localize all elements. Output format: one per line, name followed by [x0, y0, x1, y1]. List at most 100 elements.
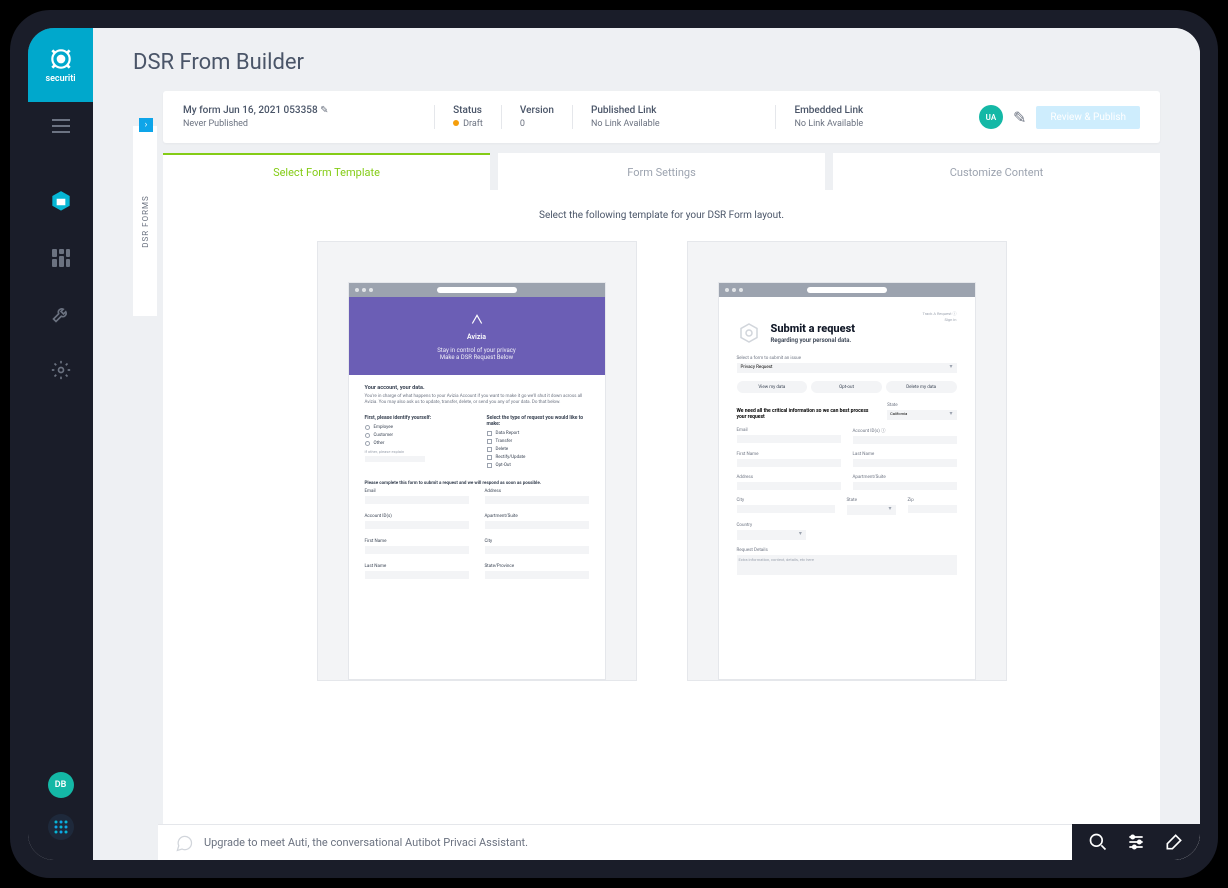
btn-optout: Opt-out	[811, 381, 882, 393]
t2-country: Country	[737, 523, 806, 528]
info-bar: My form Jun 16, 2021 053358 ✎ Never Publ…	[163, 91, 1160, 143]
template-card-1[interactable]: Avizia Stay in control of your privacy M…	[317, 241, 637, 681]
template2-state-label: State	[887, 403, 956, 408]
t2-addr: Address	[737, 475, 841, 480]
template2-select: Privacy Request	[737, 363, 957, 373]
template1-body: Your account, your data. You're in charg…	[349, 375, 605, 599]
other-explain-label: If other, please explain	[365, 449, 467, 454]
nav-icons	[46, 187, 76, 385]
tab-form-settings[interactable]: Form Settings	[498, 153, 825, 190]
brand-logo[interactable]: securiti	[28, 28, 93, 102]
content-hint: Select the following template for your D…	[203, 210, 1120, 221]
tabs: Select Form Template Form Settings Custo…	[163, 153, 1160, 190]
side-rail-label: DSR FORMS	[141, 195, 150, 248]
build-icon[interactable]	[1164, 832, 1184, 852]
field-firstname: First Name	[365, 539, 469, 544]
bottom-bar: Upgrade to meet Auti, the conversational…	[158, 824, 1200, 860]
status-dot-icon	[453, 120, 459, 126]
nav-gear-icon[interactable]	[46, 355, 76, 385]
radio-other: Other	[374, 441, 385, 446]
info-embedded-link: Embedded Link No Link Available	[775, 105, 979, 129]
form-state-text: Never Published	[183, 119, 416, 129]
browser-mock-2: Track A Request ⓘSign in Submit a reques…	[718, 282, 976, 680]
t2-city: City	[737, 498, 835, 503]
shield-icon	[48, 46, 74, 72]
side-rail-expand-icon[interactable]: ›	[139, 118, 153, 132]
status-value: Draft	[463, 119, 483, 129]
search-icon[interactable]	[1088, 832, 1108, 852]
field-account-id: Account ID(s)	[365, 514, 469, 519]
template1-tagline1: Stay in control of your privacy	[369, 347, 585, 354]
template1-logo-icon	[470, 313, 484, 327]
page-title: DSR From Builder	[93, 28, 1200, 91]
template2-logo-icon	[737, 322, 761, 346]
template1-section-text: You're in charge of what happens to your…	[365, 394, 589, 407]
check-delete: Delete	[496, 447, 509, 452]
info-form-name: My form Jun 16, 2021 053358 ✎ Never Publ…	[183, 105, 434, 129]
user-avatar[interactable]: DB	[48, 772, 74, 798]
t2-details-label: Request Details	[737, 548, 957, 553]
review-publish-button[interactable]: Review & Publish	[1036, 106, 1140, 129]
template2-title: Submit a request	[771, 322, 856, 335]
sidebar: securiti DB	[28, 28, 93, 860]
side-rail[interactable]: › DSR FORMS	[133, 126, 157, 316]
chat-icon	[174, 833, 194, 853]
t2-state: State	[847, 498, 896, 503]
field-address: Address	[485, 489, 589, 494]
template2-body: Track A Request ⓘSign in Submit a reques…	[719, 297, 975, 589]
template1-identify-heading: First, please identify yourself:	[365, 415, 467, 421]
bottom-right-tools	[1072, 824, 1200, 860]
template1-form-hint: Please complete this form to submit a re…	[365, 481, 589, 486]
sliders-icon[interactable]	[1126, 832, 1146, 852]
check-data-report: Data Report	[496, 431, 520, 436]
field-apartment: Apartment/Suite	[485, 514, 589, 519]
content-area: Select the following template for your D…	[163, 190, 1160, 860]
main-content: DSR From Builder › DSR FORMS My form Jun…	[93, 28, 1200, 860]
browser-mock: Avizia Stay in control of your privacy M…	[348, 282, 606, 680]
template2-subtitle: Regarding your personal data.	[771, 337, 856, 344]
apps-grid-icon[interactable]	[48, 814, 74, 840]
btn-delete-data: Delete my data	[886, 381, 957, 393]
nav-privacy-icon[interactable]	[46, 187, 76, 217]
published-link-value: No Link Available	[591, 119, 758, 129]
template1-brand: Avizia	[369, 333, 585, 341]
field-city: City	[485, 539, 589, 544]
sidebar-bottom: DB	[48, 772, 74, 840]
check-transfer: Transfer	[496, 439, 513, 444]
ua-badge[interactable]: UA	[979, 105, 1003, 129]
embedded-link-value: No Link Available	[794, 119, 961, 129]
t2-zip: Zip	[908, 498, 957, 503]
screen: securiti DB DSR From Builder › DSR FORMS…	[28, 28, 1200, 860]
t2-ln: Last Name	[853, 452, 957, 457]
tab-select-template[interactable]: Select Form Template	[163, 153, 490, 190]
template2-critical-label: We need all the critical information so …	[737, 408, 876, 420]
nav-wrench-icon[interactable]	[46, 299, 76, 329]
radio-employee: Employee	[374, 425, 394, 430]
version-label: Version	[520, 105, 554, 116]
published-link-label: Published Link	[591, 105, 758, 116]
version-value: 0	[520, 119, 554, 129]
t2-apt: Apartment/Suite	[853, 475, 957, 480]
template2-select-label: Select a form to submit an issue	[737, 356, 957, 361]
embedded-link-label: Embedded Link	[794, 105, 961, 116]
browser-chrome	[349, 283, 605, 297]
info-status: Status Draft	[434, 105, 501, 129]
hamburger-icon[interactable]	[52, 118, 70, 137]
field-email: Email	[365, 489, 469, 494]
edit-name-icon[interactable]: ✎	[320, 105, 328, 116]
template-card-2[interactable]: Track A Request ⓘSign in Submit a reques…	[687, 241, 1007, 681]
check-rectify: Rectify/Update	[496, 455, 526, 460]
bottom-bar-text: Upgrade to meet Auti, the conversational…	[204, 836, 528, 849]
info-version: Version 0	[501, 105, 572, 129]
info-published-link: Published Link No Link Available	[572, 105, 776, 129]
template1-section-heading: Your account, your data.	[365, 385, 589, 391]
edit-icon[interactable]: ✎	[1013, 108, 1026, 127]
device-frame: securiti DB DSR From Builder › DSR FORMS…	[10, 10, 1218, 878]
template1-hero: Avizia Stay in control of your privacy M…	[349, 297, 605, 375]
check-optout: Opt-Out	[496, 463, 511, 468]
template1-tagline2: Make a DSR Request Below	[369, 354, 585, 361]
tab-customize-content[interactable]: Customize Content	[833, 153, 1160, 190]
btn-view-data: View my data	[737, 381, 808, 393]
template1-request-heading: Select the type of request you would lik…	[487, 415, 589, 427]
nav-layout-icon[interactable]	[46, 243, 76, 273]
